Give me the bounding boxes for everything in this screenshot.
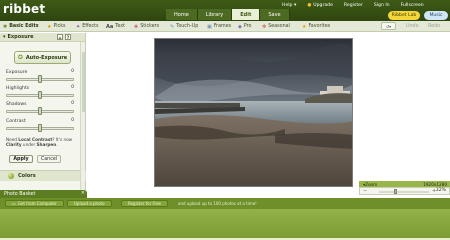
scrollbar-thumb[interactable] <box>82 52 85 112</box>
slider-label: Contrast <box>6 119 26 124</box>
register-note: and upload up to 100 photos at a time! <box>178 201 257 206</box>
tool-tabs: ✱ Basic Edits ★ Picks ✦ Effects Aa Text ❀ Sti… <box>0 21 450 32</box>
highlights-slider-group: Highlights 0 <box>6 85 74 99</box>
tab-basic-edits[interactable]: ✱ Basic Edits <box>3 22 39 31</box>
tab-favorites[interactable]: ★ Favorites <box>302 22 330 31</box>
photo-basket-area <box>0 209 450 240</box>
slider-label: Shadows <box>6 102 27 107</box>
upload-photo-button[interactable]: Upload a photo <box>67 200 112 207</box>
panel-scrollbar[interactable] <box>80 42 85 200</box>
frames-icon: ▣ <box>207 23 212 30</box>
pin-icon[interactable]: ⌂ <box>57 34 63 40</box>
photo-basket-bar: ▭ Get from Computer Upload a photo Regist… <box>0 198 450 209</box>
tab-home[interactable]: Home <box>166 9 198 20</box>
star-icon: ● <box>307 2 312 8</box>
picks-icon: ★ <box>47 23 52 30</box>
fullscreen-link[interactable]: Fullscreen <box>401 3 424 8</box>
seasonal-icon: ❄ <box>262 23 267 30</box>
tab-frames[interactable]: ▣ Frames <box>207 22 231 31</box>
collapse-arrow-icon[interactable]: ▾ <box>3 34 6 40</box>
undo-button[interactable]: Undo <box>406 22 419 31</box>
slider-value: 0 <box>71 85 74 90</box>
top-links: Help ▾ ● Upgrade Register Sign In Fullscr… <box>282 1 424 9</box>
beach-photo[interactable] <box>154 38 353 187</box>
tab-save[interactable]: Save <box>260 9 290 20</box>
panel-title: Exposure <box>7 34 34 40</box>
colors-icon <box>8 173 14 179</box>
tab-picks[interactable]: ★ Picks <box>47 22 66 31</box>
tab-effects[interactable]: ✦ Effects <box>76 22 99 31</box>
magic-wand-icon: ✪ <box>17 54 23 61</box>
sign-in-link[interactable]: Sign In <box>374 3 390 8</box>
slider-value: 0 <box>71 118 74 123</box>
colors-section-header[interactable]: Colors <box>0 170 86 181</box>
close-icon[interactable]: ✕ <box>81 191 86 196</box>
slider-value: 0 <box>71 69 74 74</box>
slider-value: 0 <box>71 101 74 106</box>
upgrade-link[interactable]: ● Upgrade <box>307 3 333 8</box>
cancel-button[interactable]: Cancel <box>37 155 61 163</box>
effects-icon: ✦ <box>76 23 81 30</box>
music-button[interactable]: Music <box>424 11 448 20</box>
action-buttons: Apply Cancel <box>9 155 61 163</box>
tab-pro[interactable]: ◆ Pro <box>238 22 251 31</box>
register-free-button[interactable]: Register for Free <box>121 200 168 207</box>
pro-icon: ◆ <box>238 23 242 30</box>
tab-stickers[interactable]: ❀ Stickers <box>134 22 159 31</box>
stickers-icon: ❀ <box>134 23 139 30</box>
text-icon: Aa <box>106 23 114 30</box>
photo-basket-header[interactable]: Photo Basket ✕ <box>0 190 87 198</box>
shadows-slider-group: Shadows 0 <box>6 101 74 115</box>
basket-title: Photo Basket <box>4 191 36 197</box>
zoom-percent: 32% <box>435 188 446 193</box>
zoom-label: Zoom <box>365 181 378 187</box>
help-link[interactable]: Help ▾ <box>282 3 296 8</box>
contrast-slider-group: Contrast 0 <box>6 118 74 132</box>
tab-seasonal[interactable]: ❄ Seasonal <box>262 22 290 31</box>
register-link[interactable]: Register <box>344 3 363 8</box>
help-icon[interactable]: ? <box>65 34 71 40</box>
zoom-control: − + 32% <box>359 187 450 195</box>
apply-button[interactable]: Apply <box>9 155 33 163</box>
auto-exposure-button[interactable]: ✪ Auto-Exposure <box>14 51 71 64</box>
slider-knob[interactable] <box>38 91 42 99</box>
basic-edits-icon: ✱ <box>3 23 8 30</box>
zoom-out-icon[interactable]: − <box>363 189 368 194</box>
computer-icon: ▭ <box>12 201 16 206</box>
slider-knob[interactable] <box>38 124 42 132</box>
tab-library[interactable]: Library <box>197 9 233 20</box>
slider-knob[interactable] <box>38 107 42 115</box>
history-dropdown[interactable]: ↺▾ <box>381 22 396 30</box>
exposure-slider-group: Exposure 0 <box>6 69 74 83</box>
tab-touch-up[interactable]: ✎ Touch-Up <box>170 22 198 31</box>
ribbet-lab-button[interactable]: Ribbet Lab <box>388 11 420 20</box>
slider-label: Highlights <box>6 86 30 91</box>
exposure-panel: ▾ Exposure ⌂ ? ✪ Auto-Exposure Exposure … <box>0 33 86 200</box>
top-bar: ribbet Help ▾ ● Upgrade Register Sign In … <box>0 0 450 21</box>
local-contrast-note: Need Local Contrast? It's now Clarity un… <box>6 137 73 148</box>
redo-button[interactable]: Redo <box>428 22 440 31</box>
zoom-track[interactable] <box>379 191 429 193</box>
zoom-knob[interactable] <box>394 189 397 194</box>
panel-header: ▾ Exposure ⌂ ? <box>0 33 85 42</box>
get-from-computer-button[interactable]: ▭ Get from Computer <box>5 200 64 207</box>
slider-knob[interactable] <box>38 75 42 83</box>
history-icon: ↺▾ <box>385 23 392 29</box>
photo-image <box>155 39 352 186</box>
tab-edit[interactable]: Edit <box>232 9 261 20</box>
favorites-icon: ★ <box>302 23 307 30</box>
touch-up-icon: ✎ <box>170 23 175 30</box>
image-dimensions: 1920x1280 <box>423 181 447 187</box>
tab-text[interactable]: Aa Text <box>106 22 125 31</box>
ribbet-logo[interactable]: ribbet <box>3 2 45 16</box>
slider-label: Exposure <box>6 70 28 75</box>
main-nav: Home Library Edit Save <box>166 9 290 20</box>
